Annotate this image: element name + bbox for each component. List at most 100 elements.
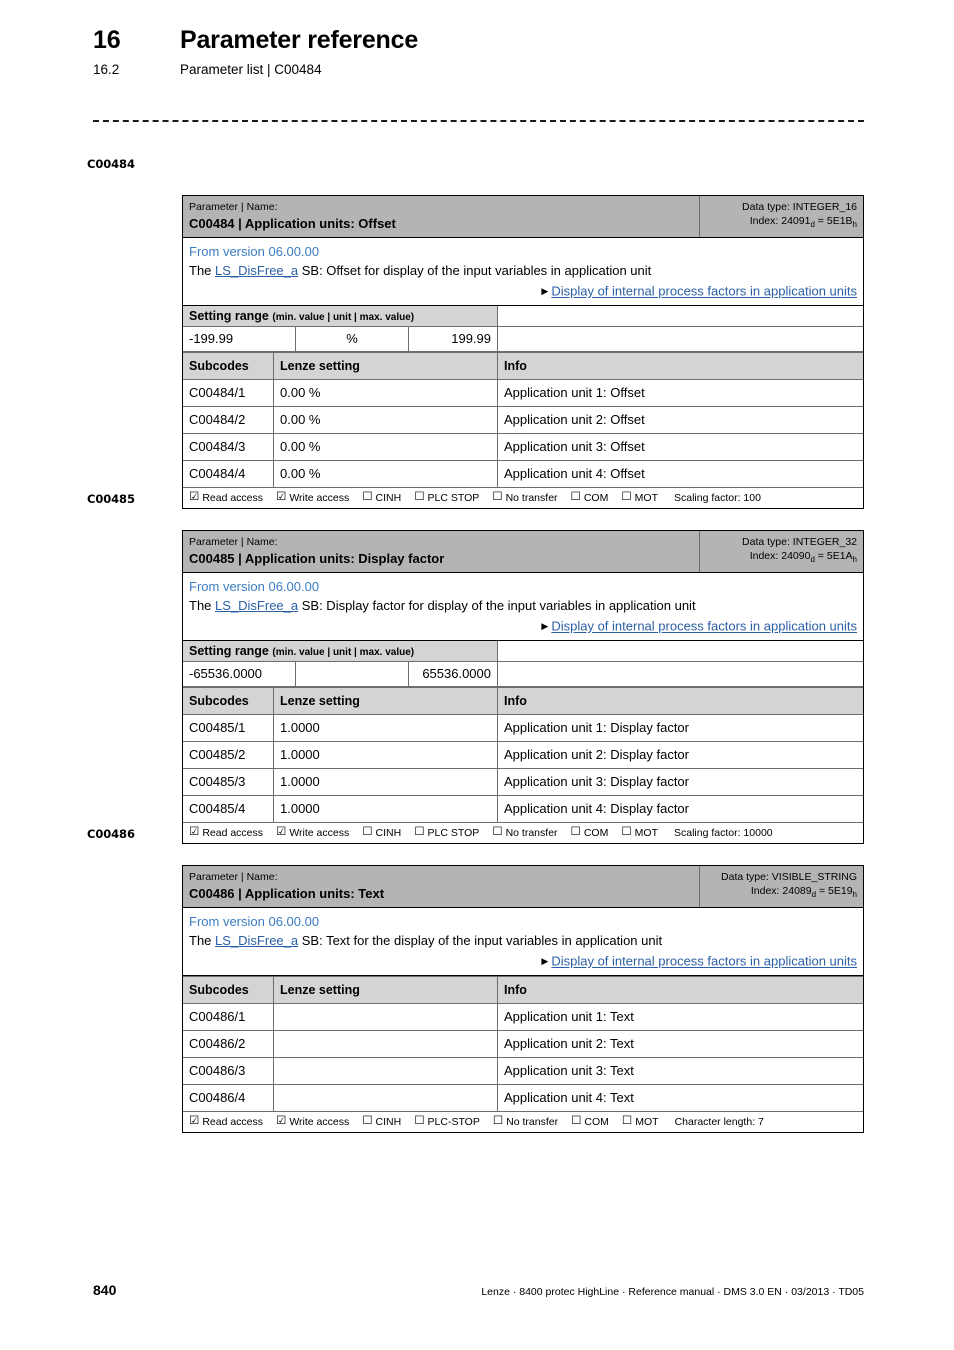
access-flag[interactable]: ☐ MOT [622,1115,659,1129]
cell-lenze-setting: 1.0000 [274,741,498,768]
index-hex: 5E1B [826,215,853,227]
access-flag[interactable]: ☑ Write access [276,826,349,840]
access-flag-label: No transfer [505,826,558,839]
access-flag-label: CINH [375,826,402,839]
data-type-label: Data type: INTEGER_16 [742,201,857,213]
table-row: C00486/2 Application unit 2: Text [183,1030,863,1058]
setting-range-label-filler [498,640,863,661]
triangle-right-icon: ▶ [541,286,549,297]
access-flag[interactable]: ☐ CINH [362,826,401,840]
cross-reference-row: ▶ Display of internal process factors in … [189,952,857,971]
access-flag[interactable]: ☐ PLC STOP [414,491,479,505]
access-flag[interactable]: ☐ PLC STOP [414,826,479,840]
index-hex: 5E19 [828,885,853,897]
access-flag[interactable]: ☑ Read access [189,1115,263,1129]
cross-reference-link[interactable]: Display of internal process factors in a… [551,954,857,969]
index-label: Index: 24089d = 5E19h [706,884,857,902]
parameter-block-header: Parameter | Name: C00486 | Application un… [183,866,863,909]
unchecked-checkbox-icon: ☐ [492,491,503,504]
access-flag[interactable]: ☐ CINH [362,1115,401,1129]
index-label: Index: 24090d = 5E1Ah [706,549,857,567]
access-flag[interactable]: ☑ Read access [189,491,263,505]
parameter-description: From version 06.00.00 The LS_DisFree_a SB… [183,908,863,976]
unchecked-checkbox-icon: ☐ [621,1115,633,1128]
table-row: C00486/3 Application unit 3: Text [183,1057,863,1085]
access-flag-label: COM [583,491,609,504]
unchecked-checkbox-icon: ☐ [414,826,425,839]
table-row: C00484/4 0.00 % Application unit 4: Offset [183,460,863,488]
parameter-description: From version 06.00.00 The LS_DisFree_a SB… [183,238,863,306]
column-header-subcodes: Subcodes [183,687,274,714]
table-row: C00484/2 0.00 % Application unit 2: Offset [183,406,863,434]
access-flag-label: MOT [634,826,658,839]
access-flag[interactable]: ☐ PLC-STOP [414,1115,480,1129]
table-row: C00486/4 Application unit 4: Text [183,1084,863,1112]
description-prefix: The [189,933,216,949]
access-flag-label: PLC STOP [427,491,480,504]
margin-parameter-label: C00485 [87,492,135,506]
index-decimal: 24091 [781,215,811,227]
parameter-block-header: Parameter | Name: C00485 | Application un… [183,531,863,574]
parameter-name-kicker: Parameter | Name: [189,536,278,548]
index-decimal: 24089 [782,885,812,897]
parameter-name-cell: Parameter | Name: C00484 | Application un… [183,196,700,238]
description-sentence: The LS_DisFree_a SB: Display factor for … [189,597,857,615]
system-block-link[interactable]: LS_DisFree_a [215,263,298,278]
access-flag[interactable]: ☐ No transfer [492,826,557,840]
access-flag-label: CINH [375,491,402,504]
access-flag[interactable]: ☑ Write access [276,1115,349,1129]
access-flag[interactable]: ☐ COM [571,1115,609,1129]
system-block-link[interactable]: LS_DisFree_a [215,933,298,948]
from-version-text: From version 06.00.00 [189,914,320,930]
access-flag-label: No transfer [505,491,558,504]
access-flag[interactable]: ☐ CINH [362,491,401,505]
cell-info: Application unit 3: Text [504,1062,634,1078]
parameter-title: C00486 | Application units: Text [189,886,385,901]
cell-subcode: C00484/4 [183,460,274,487]
access-flag[interactable]: ☐ No transfer [493,1115,558,1129]
parameter-block: Parameter | Name: C00486 | Application un… [182,865,864,1133]
unchecked-checkbox-icon: ☐ [362,491,373,504]
cross-reference-link[interactable]: Display of internal process factors in a… [551,284,857,299]
index-equals: = [814,550,827,562]
checked-checkbox-icon: ☑ [189,1115,200,1128]
cross-reference-link[interactable]: Display of internal process factors in a… [551,619,857,634]
margin-parameter-label: C00486 [87,827,135,841]
access-flag-label: No transfer [506,1115,559,1128]
cell-info: Application unit 2: Offset [504,411,645,427]
access-flag[interactable]: ☑ Write access [276,491,349,505]
cell-lenze-setting [274,1030,498,1057]
description-prefix: The [189,263,216,279]
access-flag[interactable]: ☐ No transfer [492,491,557,505]
page-number: 840 [93,1282,117,1298]
cell-info: Application unit 3: Offset [504,438,645,454]
access-flag-label: Read access [202,491,264,504]
column-header-info: Info [504,693,527,708]
access-flag[interactable]: ☑ Read access [189,826,263,840]
access-flag[interactable]: ☐ MOT [621,491,658,505]
index-decimal: 24090 [781,550,811,562]
parameter-description: From version 06.00.00 The LS_DisFree_a SB… [183,573,863,641]
access-rights-row: ☑ Read access ☑ Write access ☐ CINH ☐ PLC-STOP ☐… [183,1112,863,1132]
access-flag-label: Read access [202,826,264,839]
access-flag[interactable]: ☐ COM [571,491,609,505]
cross-reference-row: ▶ Display of internal process factors in … [189,282,857,301]
cell-lenze-setting [274,1057,498,1084]
access-flag-label: PLC STOP [427,826,480,839]
setting-range-value-row: -199.99% 199.99 [183,326,863,352]
cell-subcode: C00485/1 [183,714,274,741]
parameter-block: Parameter | Name: C00485 | Application un… [182,530,864,844]
setting-range-label: Setting range [189,308,269,323]
system-block-link[interactable]: LS_DisFree_a [215,598,298,613]
checked-checkbox-icon: ☑ [276,826,287,839]
header-divider [93,120,864,122]
setting-range-min: -65536.0000 [183,661,296,686]
cell-subcode: C00484/2 [183,406,274,433]
access-flag[interactable]: ☐ MOT [621,826,658,840]
unchecked-checkbox-icon: ☐ [414,1115,425,1128]
access-flag[interactable]: ☐ COM [571,826,609,840]
checked-checkbox-icon: ☑ [189,826,200,839]
unchecked-checkbox-icon: ☐ [621,491,632,504]
from-version-text: From version 06.00.00 [189,579,320,595]
access-flag-label: COM [583,826,609,839]
